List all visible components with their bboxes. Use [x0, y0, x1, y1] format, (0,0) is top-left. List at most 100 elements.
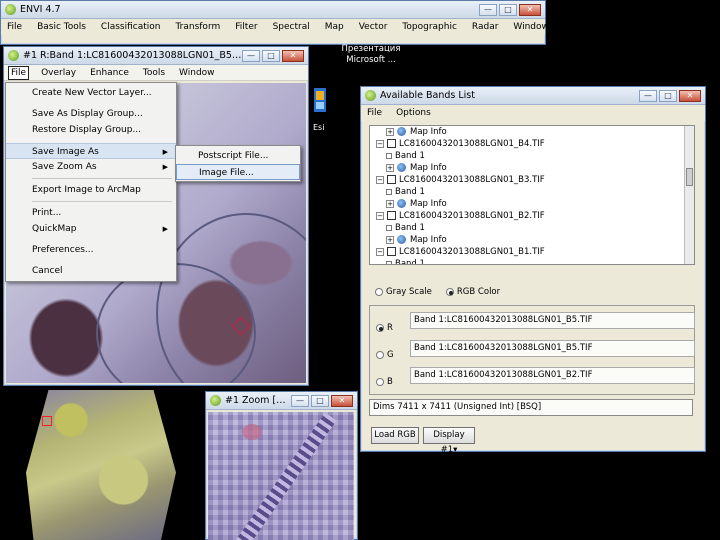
tree-row-file[interactable]: − LC81600432013088LGN01_B2.TIF [370, 210, 694, 222]
envi-logo-icon [210, 395, 221, 406]
scroll-position-box[interactable] [42, 416, 52, 426]
close-button[interactable]: ✕ [282, 49, 304, 62]
maximize-button[interactable]: □ [262, 49, 280, 62]
tree-scrollbar[interactable] [684, 126, 694, 264]
menu-item-image-file[interactable]: Image File... [176, 164, 300, 180]
menu-item-save-zoom-as[interactable]: Save Zoom As ▶ [6, 159, 176, 175]
menu-help[interactable]: Help [562, 21, 587, 33]
zoom-image[interactable] [208, 412, 354, 540]
menu-item-restore-display-group[interactable]: Restore Display Group... [6, 122, 176, 138]
menu-item-print[interactable]: Print... [6, 205, 176, 221]
envi-title-bar[interactable]: ENVI 4.7 — □ ✕ [1, 1, 545, 19]
expand-icon[interactable]: + [386, 235, 394, 244]
radio-icon [376, 378, 384, 386]
menu-basic-tools[interactable]: Basic Tools [35, 21, 88, 33]
menu-item-preferences[interactable]: Preferences... [6, 242, 176, 258]
viewer-menu-file[interactable]: File [8, 65, 30, 80]
tree-row-band[interactable]: Band 1 [370, 258, 694, 264]
scroll-thumb[interactable] [686, 168, 693, 186]
viewer-title-bar[interactable]: #1 R:Band 1:LC81600432013088LGN01_B5.TIF… [4, 47, 308, 65]
close-button[interactable]: ✕ [519, 3, 541, 16]
menu-item-quickmap[interactable]: QuickMap ▶ [6, 221, 176, 237]
radio-selected-icon [376, 324, 384, 332]
g-channel-radio[interactable]: G [376, 347, 394, 363]
load-rgb-button[interactable]: Load RGB [371, 427, 419, 444]
minimize-button[interactable]: — [242, 49, 260, 62]
close-button[interactable]: ✕ [679, 89, 701, 102]
menu-item-create-vector-layer[interactable]: Create New Vector Layer... [6, 85, 176, 101]
zoom-window: #1 Zoom [4x] — □ ✕ [205, 391, 358, 540]
envi-logo-icon [5, 4, 16, 15]
tree-row-label: LC81600432013088LGN01_B1.TIF [399, 247, 545, 257]
tree-row-file[interactable]: − LC81600432013088LGN01_B4.TIF [370, 138, 694, 150]
menu-item-postscript-file[interactable]: Postscript File... [176, 148, 300, 164]
menu-window[interactable]: Window [511, 21, 551, 33]
menu-item-save-display-group[interactable]: Save As Display Group... [6, 106, 176, 122]
menu-file[interactable]: File [5, 21, 24, 33]
b-channel-radio[interactable]: B [376, 374, 393, 390]
zoom-title-bar[interactable]: #1 Zoom [4x] — □ ✕ [206, 392, 357, 410]
tree-row-label: Map Info [410, 199, 447, 209]
menu-classification[interactable]: Classification [99, 21, 163, 33]
bands-menu-file[interactable]: File [365, 107, 384, 119]
viewer-menu-enhance[interactable]: Enhance [88, 67, 131, 79]
menu-spectral[interactable]: Spectral [271, 21, 312, 33]
menu-item-cancel[interactable]: Cancel [6, 263, 176, 279]
submenu-arrow-icon: ▶ [162, 163, 168, 171]
collapse-icon[interactable]: − [376, 211, 384, 220]
tree-row-map[interactable]: + Map Info [370, 234, 694, 246]
menu-transform[interactable]: Transform [173, 21, 222, 33]
minimize-button[interactable]: — [639, 89, 657, 102]
tree-row-map[interactable]: + Map Info [370, 198, 694, 210]
menu-item-export-arcmap[interactable]: Export Image to ArcMap [6, 182, 176, 198]
menu-map[interactable]: Map [323, 21, 346, 33]
tree-row-label: Band 1 [395, 223, 425, 233]
chevron-down-icon: ▾ [453, 445, 458, 455]
desktop-app-icon[interactable] [310, 86, 330, 114]
r-band-field[interactable]: Band 1:LC81600432013088LGN01_B5.TIF [410, 312, 695, 329]
viewer-menu-tools[interactable]: Tools [141, 67, 167, 79]
b-band-field[interactable]: Band 1:LC81600432013088LGN01_B2.TIF [410, 367, 695, 384]
maximize-button[interactable]: □ [659, 89, 677, 102]
tree-row-label: LC81600432013088LGN01_B4.TIF [399, 139, 545, 149]
r-channel-radio[interactable]: R [376, 320, 393, 336]
tree-row-file[interactable]: − LC81600432013088LGN01_B3.TIF [370, 174, 694, 186]
display-select-button[interactable]: Display #1▾ [423, 427, 475, 455]
menu-vector[interactable]: Vector [357, 21, 390, 33]
tree-row-band[interactable]: Band 1 [370, 222, 694, 234]
menu-item-save-image-as[interactable]: Save Image As ▶ [6, 143, 176, 159]
radio-icon [375, 287, 383, 296]
expand-icon[interactable]: + [386, 163, 394, 172]
g-band-field[interactable]: Band 1:LC81600432013088LGN01_B5.TIF [410, 340, 695, 357]
globe-icon [397, 199, 406, 208]
bands-title-bar[interactable]: Available Bands List — □ ✕ [361, 87, 705, 105]
tree-row-label: Map Info [410, 127, 447, 137]
tree-row-map[interactable]: + Map Info [370, 126, 694, 138]
menu-topographic[interactable]: Topographic [400, 21, 459, 33]
expand-icon[interactable]: + [386, 199, 394, 208]
menu-filter[interactable]: Filter [233, 21, 259, 33]
rgb-color-option[interactable]: RGB Color [445, 287, 500, 297]
expand-icon[interactable]: + [386, 127, 394, 136]
scroll-window-image[interactable] [8, 390, 183, 540]
bands-menu-options[interactable]: Options [394, 107, 433, 119]
maximize-button[interactable]: □ [311, 394, 329, 407]
tree-row-file[interactable]: − LC81600432013088LGN01_B1.TIF [370, 246, 694, 258]
file-dropdown-menu: Create New Vector Layer... Save As Displ… [5, 82, 177, 282]
viewer-menu-overlay[interactable]: Overlay [39, 67, 78, 79]
collapse-icon[interactable]: − [376, 175, 384, 184]
tree-row-band[interactable]: Band 1 [370, 186, 694, 198]
band-icon [386, 224, 392, 231]
minimize-button[interactable]: — [479, 3, 497, 16]
tree-row-band[interactable]: Band 1 [370, 150, 694, 162]
maximize-button[interactable]: □ [499, 3, 517, 16]
tree-row-map[interactable]: + Map Info [370, 162, 694, 174]
menu-radar[interactable]: Radar [470, 21, 501, 33]
desktop-file-label[interactable]: Презентация Microsoft ... [336, 44, 406, 66]
gray-scale-option[interactable]: Gray Scale [375, 287, 432, 297]
viewer-menu-window[interactable]: Window [177, 67, 217, 79]
collapse-icon[interactable]: − [376, 247, 384, 256]
collapse-icon[interactable]: − [376, 139, 384, 148]
close-button[interactable]: ✕ [331, 394, 353, 407]
minimize-button[interactable]: — [291, 394, 309, 407]
